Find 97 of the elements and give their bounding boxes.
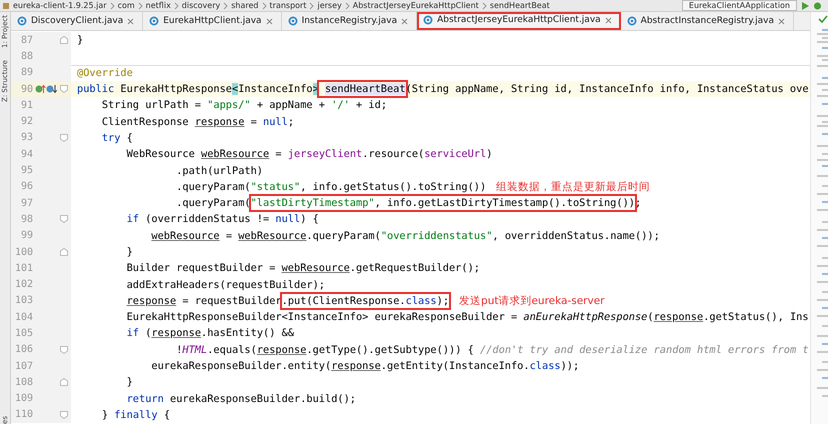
close-icon[interactable]: [127, 18, 134, 24]
chevron-icon: [262, 2, 267, 10]
line-number: 99: [20, 230, 33, 242]
highlighted-code: .put(ClientResponse.class);: [282, 294, 450, 308]
line-number: 109: [14, 393, 33, 404]
chevron-icon: [223, 2, 228, 10]
breadcrumb-item[interactable]: AbstractJerseyEurekaHttpClient: [352, 0, 479, 10]
fold-icon: [60, 215, 68, 224]
line-number: 102: [14, 279, 33, 290]
line-number: 98: [20, 214, 33, 225]
highlighted-code: sendHeartBeat: [318, 82, 406, 96]
code-text: return eurekaResponseBuilder.build();: [126, 392, 356, 406]
line-number: 95: [20, 165, 33, 176]
line-number: 87: [20, 34, 33, 46]
file-tab[interactable]: DiscoveryClient.java: [11, 12, 144, 30]
code-text: response = requestBuilder: [126, 294, 282, 308]
line-number: 93: [20, 132, 33, 144]
checkmark-icon: [818, 15, 828, 23]
breadcrumb-item[interactable]: netflix: [146, 0, 171, 10]
line-number: 107: [14, 360, 33, 372]
file-tab[interactable]: EurekaHttpClient.java: [143, 12, 282, 30]
close-icon[interactable]: [266, 18, 273, 24]
class-file-icon: [288, 16, 298, 26]
code-text: ClientResponse response = null;: [100, 114, 294, 129]
class-file-icon: [17, 16, 27, 26]
breadcrumb-item[interactable]: discovery: [182, 0, 220, 10]
code-text: }: [126, 245, 133, 259]
line-number: 108: [14, 376, 33, 388]
fold-icon: [60, 378, 68, 386]
line-number: 94: [20, 148, 33, 160]
code-text: }: [126, 375, 133, 390]
code-text: } finally {: [100, 408, 170, 422]
file-tab[interactable]: AbstractInstanceRegistry.java: [620, 12, 794, 30]
code-text: if (overriddenStatus != null) {: [126, 212, 319, 226]
chevron-icon: [344, 2, 350, 10]
breadcrumb-item[interactable]: com: [118, 0, 135, 10]
code-text: if (response.hasEntity() &&: [126, 326, 294, 340]
breadcrumb-item[interactable]: sendHeartBeat: [490, 0, 550, 10]
code-text: .queryParam(: [175, 196, 251, 210]
fold-icon: [60, 346, 68, 354]
close-icon[interactable]: [778, 18, 786, 24]
breadcrumb-item[interactable]: eureka-client-1.9.25.jar: [13, 0, 107, 10]
line-number: 96: [20, 181, 33, 192]
chevron-icon: [174, 2, 179, 10]
breadcrumb-item[interactable]: transport: [270, 0, 306, 10]
fold-icon: [60, 410, 68, 419]
annotation-note: 发送put请求到eureka-server: [459, 294, 604, 308]
debug-icon[interactable]: [813, 2, 822, 10]
line-number: 103: [14, 295, 33, 306]
line-number: 104: [14, 312, 33, 323]
jar-icon: [2, 2, 10, 10]
line-number: 105: [14, 328, 33, 339]
line-number: 88: [20, 50, 33, 62]
line-number: 92: [20, 116, 33, 128]
chevron-icon: [309, 2, 314, 10]
code-text: Builder requestBuilder = webResource.getRequestBuilder();: [126, 261, 480, 276]
code-text: webResource = webResource.queryParam("overriddenstatus", overriddenStatus.name());: [150, 228, 660, 243]
fold-icon: [60, 85, 68, 94]
close-icon[interactable]: [604, 16, 612, 24]
chevron-icon: [482, 2, 487, 10]
annotation-note: 组装数据，重点是更新最后时间: [496, 180, 650, 194]
code-text: WebResource webResource = jerseyClient.resource(serviceUrl): [126, 147, 492, 162]
line-number: 89: [20, 67, 33, 78]
code-text: .queryParam("status", info.getStatus().toString()): [175, 180, 486, 194]
class-file-icon: [423, 15, 434, 25]
code-text: try {: [100, 130, 133, 145]
code-text: !HTML.equals(response.getType().getSubtype())) { //don't try and deserialize random html errors from t: [175, 342, 809, 357]
class-file-icon: [149, 16, 160, 26]
override-markers-icon: [35, 84, 57, 94]
fold-icon: [60, 134, 68, 142]
highlighted-code: "lastDirtyTimestamp", info.getLastDirtyTimestamp().toString()): [250, 196, 635, 210]
chevron-icon: [110, 2, 115, 10]
line-number: 97: [20, 198, 33, 209]
run-icon[interactable]: [801, 2, 809, 10]
run-configuration-dropdown[interactable]: EurekaClientAApplication: [682, 0, 797, 11]
fold-icon: [60, 248, 68, 256]
line-number: 91: [20, 100, 33, 111]
file-tab[interactable]: AbstractJerseyEurekaHttpClient.java: [417, 12, 621, 30]
fold-icon: [60, 36, 68, 44]
chevron-icon: [138, 2, 143, 10]
code-text: addExtraHeaders(requestBuilder);: [126, 278, 325, 292]
close-icon[interactable]: [401, 18, 408, 24]
code-text: eurekaResponseBuilder.entity(response.getEntity(InstanceInfo.class));: [150, 359, 580, 374]
line-number: 100: [14, 246, 33, 258]
line-number: 106: [14, 344, 33, 356]
code-text: @Override: [77, 66, 133, 80]
code-text: String urlPath = "apps/" + appName + '/' + id;: [100, 98, 388, 112]
code-text: EurekaHttpResponseBuilder<InstanceInfo> eurekaResponseBuilder = anEurekaHttpResponse(response.getStatus(), Ins: [126, 310, 809, 324]
breadcrumb-item[interactable]: shared: [231, 0, 259, 10]
code-text: .path(urlPath): [175, 164, 263, 178]
breadcrumb-item[interactable]: jersey: [317, 0, 342, 10]
code-text: ;: [634, 196, 642, 210]
line-number: 110: [14, 409, 33, 420]
line-number: 101: [14, 262, 33, 274]
class-file-icon: [626, 16, 637, 26]
code-text: }: [77, 33, 84, 48]
line-number: 90: [20, 84, 33, 95]
